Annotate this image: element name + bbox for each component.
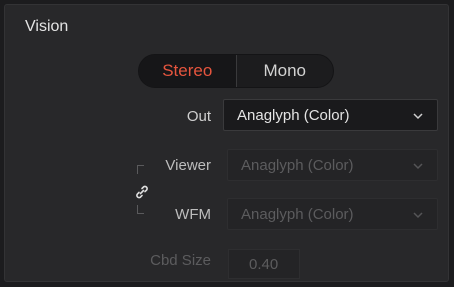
chevron-down-icon [413,212,423,219]
wfm-dropdown[interactable]: Anaglyph (Color) [227,198,438,230]
viewer-dropdown[interactable]: Anaglyph (Color) [227,149,438,181]
cbd-size-label: Cbd Size [150,252,211,269]
wfm-label: WFM [175,206,211,223]
cbd-size-field[interactable]: 0.40 [228,249,300,279]
stereo-button[interactable]: Stereo [139,55,237,87]
out-dropdown-value: Anaglyph (Color) [237,106,350,124]
link-icon[interactable] [134,184,150,200]
viewer-dropdown-value: Anaglyph (Color) [241,156,354,174]
chevron-down-icon [413,113,423,120]
viewer-label: Viewer [165,157,211,174]
panel-title: Vision [25,18,69,35]
out-dropdown[interactable]: Anaglyph (Color) [223,99,438,131]
stereo-mono-toggle: Stereo Mono [138,54,334,88]
wfm-dropdown-value: Anaglyph (Color) [241,205,354,223]
mono-button[interactable]: Mono [237,55,334,87]
chevron-down-icon [413,163,423,170]
out-label: Out [186,108,211,125]
vision-panel: Vision Stereo Mono Out Anaglyph (Color) … [4,4,449,282]
